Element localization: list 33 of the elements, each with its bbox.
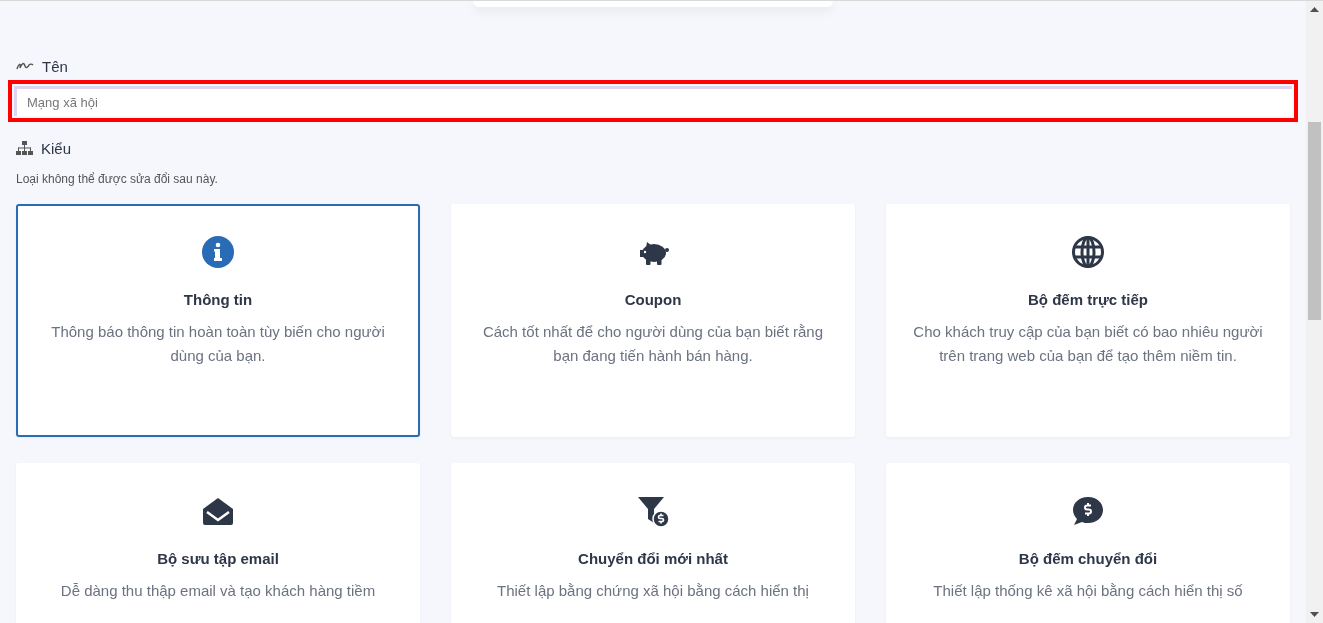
scrollbar[interactable]: [1306, 1, 1323, 623]
globe-icon: [1072, 236, 1104, 268]
card-description: Cho khách truy cập của bạn biết có bao nhiêu người trên trang web của bạn để tạo thêm niềm tin.: [912, 322, 1264, 366]
field-label: Tên: [42, 57, 68, 75]
notification-type-card[interactable]: Coupon Cách tốt nhất để cho người dùng của bạn biết rằng bạn đang tiến hành bán hàng.: [451, 204, 855, 437]
card-description: Thiết lập bằng chứng xã hội bằng cách hiển thị: [496, 581, 810, 601]
envelope-icon: [202, 495, 234, 527]
signature-icon: [16, 61, 34, 71]
card-title: Bộ sưu tập email: [157, 550, 279, 567]
notification-type-card[interactable]: Bộ sưu tập email Dễ dàng thu thập email và tạo khách hàng tiềm: [16, 463, 420, 623]
card-title: Thông tin: [183, 291, 253, 308]
section-label: Kiểu: [41, 139, 72, 157]
scroll-down-icon[interactable]: [1310, 612, 1319, 617]
sitemap-icon: [16, 141, 33, 155]
hint-text: Loại không thể được sửa đổi sau này.: [16, 172, 219, 186]
card-description: Thiết lập thống kê xã hội bằng cách hiển thị số: [932, 581, 1244, 601]
card-description: Cách tốt nhất để cho người dùng của bạn biết rằng bạn đang tiến hành bán hàng.: [481, 322, 825, 366]
scrollbar-thumb[interactable]: [1308, 122, 1321, 320]
funnel-dollar-icon: [637, 495, 669, 527]
notification-type-card[interactable]: Bộ đếm chuyển đổi Thiết lập thống kê xã hội bằng cách hiển thị số: [886, 463, 1290, 623]
comment-dollar-icon: [1072, 495, 1104, 527]
card-description: Thông báo thông tin hoàn toàn tùy biến cho người dùng của bạn.: [50, 322, 386, 366]
notification-type-card[interactable]: Chuyển đổi mới nhất Thiết lập bằng chứng xã hội bằng cách hiển thị: [451, 463, 855, 623]
notification-type-card[interactable]: Thông tin Thông báo thông tin hoàn toàn tùy biến cho người dùng của bạn.: [16, 204, 420, 437]
name-input-field[interactable]: Mạng xã hội: [14, 86, 1292, 116]
card-title: Bộ đếm chuyển đổi: [1018, 550, 1158, 567]
card-title: Chuyển đổi mới nhất: [578, 550, 728, 567]
notification-type-card[interactable]: Bộ đếm trực tiếp Cho khách truy cập của bạn biết có bao nhiêu người trên trang web của bạn để tạo thêm niềm tin.: [886, 204, 1290, 437]
card-description: Dễ dàng thu thập email và tạo khách hàng tiềm: [59, 581, 377, 601]
card-title: Coupon: [624, 291, 682, 308]
card-title: Bộ đếm trực tiếp: [1027, 291, 1148, 308]
info-icon: [202, 236, 234, 268]
scroll-up-icon[interactable]: [1310, 7, 1319, 12]
